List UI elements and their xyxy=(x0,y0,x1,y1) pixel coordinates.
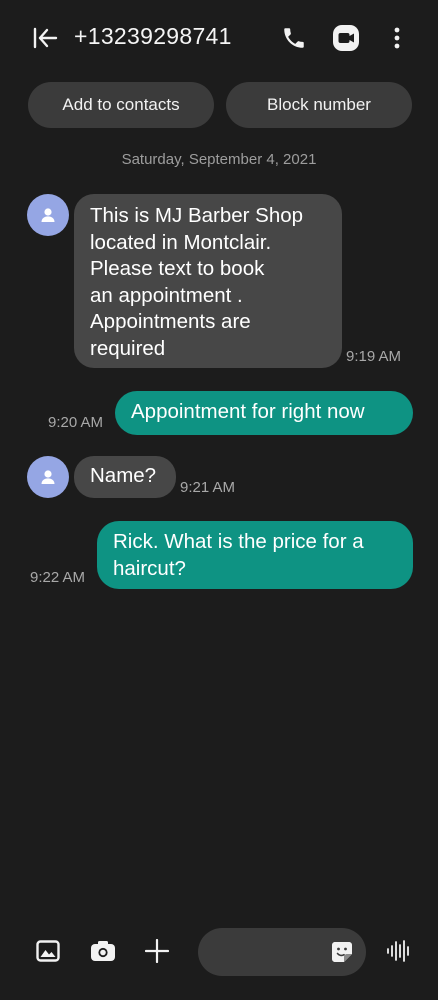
contact-number-title[interactable]: +13239298741 xyxy=(74,23,232,50)
more-vertical-icon xyxy=(394,27,400,49)
block-number-button[interactable]: Block number xyxy=(226,82,412,128)
back-to-list-icon xyxy=(33,27,58,49)
message-input-container xyxy=(198,928,366,978)
message-line: Rick. What is the price for a xyxy=(113,530,364,553)
video-call-button[interactable] xyxy=(330,22,362,54)
message-timestamp: 9:20 AM xyxy=(48,414,104,431)
message-line: haircut? xyxy=(113,556,186,580)
voice-waveform-icon xyxy=(387,940,409,962)
contact-avatar[interactable] xyxy=(27,456,69,498)
person-icon xyxy=(41,208,55,222)
voice-record-button[interactable] xyxy=(382,934,416,968)
message-timestamp: 9:21 AM xyxy=(180,479,236,496)
video-call-icon xyxy=(333,25,359,51)
message-line: Please text to book xyxy=(90,257,265,280)
message-bubble-incoming[interactable]: This is MJ Barber Shop located in Montcl… xyxy=(74,194,342,368)
message-timestamp: 9:19 AM xyxy=(346,348,402,365)
message-input[interactable] xyxy=(212,928,326,978)
message-line: an appointment . xyxy=(90,283,243,307)
message-timestamp: 9:22 AM xyxy=(30,569,86,586)
person-icon xyxy=(41,470,55,484)
sticker-icon xyxy=(332,942,352,962)
message-line: required xyxy=(90,336,166,360)
message-line: This is MJ Barber Shop xyxy=(90,204,304,227)
gallery-button[interactable] xyxy=(31,934,65,968)
message-line: located in Montclair. xyxy=(90,230,272,254)
contact-avatar[interactable] xyxy=(27,194,69,236)
call-button[interactable] xyxy=(278,22,310,54)
camera-icon xyxy=(91,941,115,961)
message-bubble-outgoing[interactable]: Appointment for right now xyxy=(115,391,413,435)
sticker-button[interactable] xyxy=(330,940,354,964)
camera-button[interactable] xyxy=(86,934,120,968)
back-button[interactable] xyxy=(30,24,60,52)
gallery-icon xyxy=(36,940,60,962)
more-options-button[interactable] xyxy=(381,22,413,54)
plus-icon xyxy=(145,939,169,963)
message-line: Appointment for right now xyxy=(131,400,365,423)
conversation-header: +13239298741 xyxy=(0,0,438,76)
message-line: Name? xyxy=(90,464,157,487)
message-bubble-incoming[interactable]: Name? xyxy=(74,456,176,498)
date-separator: Saturday, September 4, 2021 xyxy=(121,151,317,168)
add-to-contacts-button[interactable]: Add to contacts xyxy=(28,82,214,128)
message-line: Appointments are xyxy=(90,310,251,333)
phone-icon xyxy=(284,28,304,48)
add-attachment-button[interactable] xyxy=(140,934,174,968)
message-bubble-outgoing[interactable]: Rick. What is the price for a haircut? xyxy=(97,521,413,589)
